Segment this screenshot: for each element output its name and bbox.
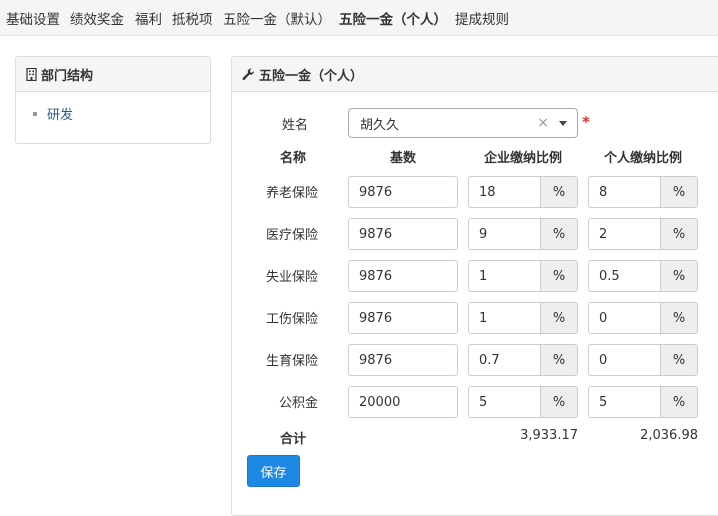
insurance-panel-header: 五险一金（个人） [232,57,718,92]
tab-commission-rules[interactable]: 提成规则 [455,8,509,28]
percent-addon: % [660,218,698,250]
top-nav: 基础设置 绩效奖金 福利 抵税项 五险一金（默认） 五险一金（个人） 提成规则 [0,0,718,36]
header-company-rate: 企业缴纳比例 [483,151,562,166]
save-button[interactable]: 保存 [247,455,300,487]
percent-addon: % [660,344,698,376]
total-label: 合计 [279,432,306,447]
base-input[interactable]: 9876 [348,260,458,292]
personal-rate-input[interactable]: 5 [588,386,660,418]
row-label: 失业保险 [265,270,318,285]
header-personal-rate: 个人缴纳比例 [603,151,682,166]
base-input[interactable]: 20000 [348,386,458,418]
tab-insurance-personal[interactable]: 五险一金（个人） [339,8,447,28]
wrench-icon [242,68,255,81]
personal-rate-input[interactable]: 2 [588,218,660,250]
percent-addon: % [540,260,578,292]
base-input[interactable]: 9876 [348,176,458,208]
personal-rate-input[interactable]: 0 [588,302,660,334]
department-panel-header: 部门结构 [16,57,210,92]
required-mark: * [582,113,590,131]
row-label: 养老保险 [265,186,318,201]
base-input[interactable]: 9876 [348,302,458,334]
total-company-value: 3,933.17 [520,428,578,443]
percent-addon: % [540,302,578,334]
insurance-form-panel: 五险一金（个人） 姓名 胡久久 × * 名称 基数 企业缴纳比例 个人缴纳比例 … [231,56,718,516]
tree-item-label: 研发 [47,108,74,123]
percent-addon: % [660,176,698,208]
company-rate-input[interactable]: 5 [468,386,540,418]
row-label: 医疗保险 [265,228,318,243]
percent-addon: % [660,260,698,292]
tree-item-rd[interactable]: 研发 [33,104,73,123]
company-rate-input[interactable]: 0.7 [468,344,540,376]
company-rate-input[interactable]: 1 [468,260,540,292]
personal-rate-input[interactable]: 8 [588,176,660,208]
company-rate-input[interactable]: 9 [468,218,540,250]
percent-addon: % [540,176,578,208]
tab-welfare[interactable]: 福利 [135,8,162,28]
personal-rate-input[interactable]: 0.5 [588,260,660,292]
row-label: 生育保险 [265,354,318,369]
clear-icon[interactable]: × [537,115,549,131]
tab-performance-bonus[interactable]: 绩效奖金 [70,8,124,28]
name-label: 姓名 [281,118,308,133]
building-icon [26,67,37,81]
department-panel-title: 部门结构 [41,68,94,84]
employee-select[interactable]: 胡久久 × [348,108,578,138]
header-name: 名称 [279,151,306,166]
percent-addon: % [540,344,578,376]
tab-insurance-default[interactable]: 五险一金（默认） [223,8,331,28]
total-personal-value: 2,036.98 [640,428,698,443]
bullet-icon [33,111,37,116]
base-input[interactable]: 9876 [348,344,458,376]
company-rate-input[interactable]: 1 [468,302,540,334]
row-label: 公积金 [278,396,318,411]
company-rate-input[interactable]: 18 [468,176,540,208]
row-label: 工伤保险 [265,312,318,327]
department-panel: 部门结构 研发 [15,56,211,144]
personal-rate-input[interactable]: 0 [588,344,660,376]
insurance-panel-title: 五险一金（个人） [259,68,364,84]
percent-addon: % [540,218,578,250]
employee-select-value: 胡久久 [360,117,400,133]
percent-addon: % [660,386,698,418]
header-base: 基数 [389,151,416,166]
chevron-down-icon[interactable] [559,121,567,126]
tab-basic-settings[interactable]: 基础设置 [6,8,60,28]
percent-addon: % [660,302,698,334]
base-input[interactable]: 9876 [348,218,458,250]
tab-tax-deduction[interactable]: 抵税项 [172,8,213,28]
percent-addon: % [540,386,578,418]
